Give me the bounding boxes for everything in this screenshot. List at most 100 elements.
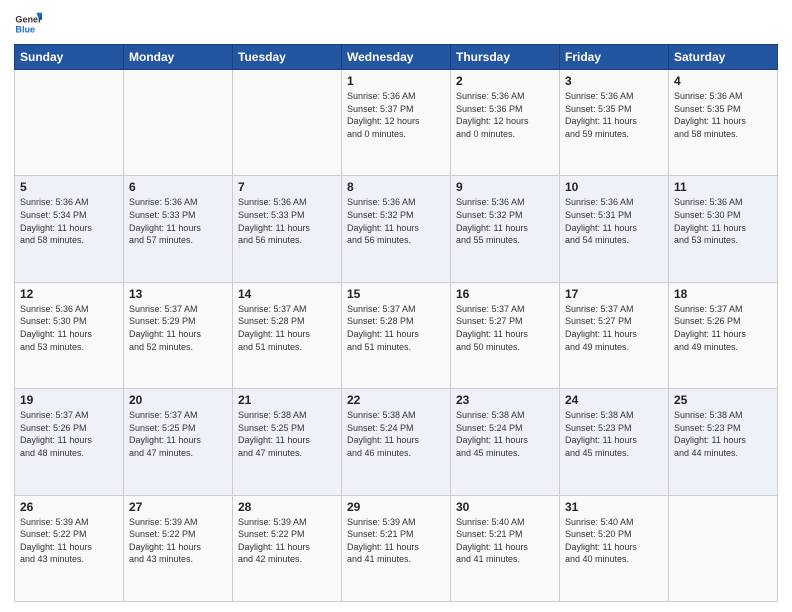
- day-info: Sunrise: 5:38 AM Sunset: 5:23 PM Dayligh…: [565, 409, 663, 459]
- logo: General Blue: [14, 10, 42, 38]
- calendar-cell: 7 Sunrise: 5:36 AM Sunset: 5:33 PM Daylig…: [233, 176, 342, 282]
- day-info: Sunrise: 5:36 AM Sunset: 5:36 PM Dayligh…: [456, 90, 554, 140]
- calendar-cell: 24 Sunrise: 5:38 AM Sunset: 5:23 PM Dayli…: [560, 389, 669, 495]
- calendar-cell: [233, 70, 342, 176]
- calendar-week-row: 5Sunrise: 5:36 AM Sunset: 5:34 PM Daylig…: [15, 176, 778, 282]
- day-number: 6: [129, 180, 227, 194]
- calendar-cell: 28 Sunrise: 5:39 AM Sunset: 5:22 PM Dayli…: [233, 495, 342, 601]
- day-number: 21: [238, 393, 336, 407]
- day-number: 22: [347, 393, 445, 407]
- calendar-cell: 23Sunrise: 5:38 AM Sunset: 5:24 PM Dayli…: [451, 389, 560, 495]
- day-info: Sunrise: 5:39 AM Sunset: 5:21 PM Dayligh…: [347, 516, 445, 566]
- calendar-cell: 17 Sunrise: 5:37 AM Sunset: 5:27 PM Dayli…: [560, 282, 669, 388]
- calendar-cell: 31 Sunrise: 5:40 AM Sunset: 5:20 PM Dayli…: [560, 495, 669, 601]
- calendar-cell: [669, 495, 778, 601]
- calendar-cell: 4 Sunrise: 5:36 AM Sunset: 5:35 PM Daylig…: [669, 70, 778, 176]
- day-info: Sunrise: 5:36 AM Sunset: 5:33 PM Dayligh…: [238, 196, 336, 246]
- calendar-cell: 11 Sunrise: 5:36 AM Sunset: 5:30 PM Dayli…: [669, 176, 778, 282]
- weekday-header-sunday: Sunday: [15, 45, 124, 70]
- weekday-header-friday: Friday: [560, 45, 669, 70]
- day-info: Sunrise: 5:36 AM Sunset: 5:35 PM Dayligh…: [674, 90, 772, 140]
- day-number: 30: [456, 500, 554, 514]
- day-info: Sunrise: 5:37 AM Sunset: 5:27 PM Dayligh…: [456, 303, 554, 353]
- calendar-table: SundayMondayTuesdayWednesdayThursdayFrid…: [14, 44, 778, 602]
- day-number: 19: [20, 393, 118, 407]
- day-number: 23: [456, 393, 554, 407]
- calendar-cell: 13Sunrise: 5:37 AM Sunset: 5:29 PM Dayli…: [124, 282, 233, 388]
- calendar-cell: 5Sunrise: 5:36 AM Sunset: 5:34 PM Daylig…: [15, 176, 124, 282]
- weekday-header-monday: Monday: [124, 45, 233, 70]
- calendar-week-row: 1Sunrise: 5:36 AM Sunset: 5:37 PM Daylig…: [15, 70, 778, 176]
- day-info: Sunrise: 5:37 AM Sunset: 5:28 PM Dayligh…: [238, 303, 336, 353]
- day-info: Sunrise: 5:36 AM Sunset: 5:33 PM Dayligh…: [129, 196, 227, 246]
- day-number: 27: [129, 500, 227, 514]
- day-number: 7: [238, 180, 336, 194]
- page: General Blue SundayMondayTuesdayWednesda…: [0, 0, 792, 612]
- calendar-cell: 14 Sunrise: 5:37 AM Sunset: 5:28 PM Dayli…: [233, 282, 342, 388]
- calendar-week-row: 26 Sunrise: 5:39 AM Sunset: 5:22 PM Dayli…: [15, 495, 778, 601]
- weekday-header-thursday: Thursday: [451, 45, 560, 70]
- day-info: Sunrise: 5:40 AM Sunset: 5:21 PM Dayligh…: [456, 516, 554, 566]
- generalblue-logo-icon: General Blue: [14, 10, 42, 38]
- day-number: 14: [238, 287, 336, 301]
- calendar-cell: 27Sunrise: 5:39 AM Sunset: 5:22 PM Dayli…: [124, 495, 233, 601]
- day-info: Sunrise: 5:37 AM Sunset: 5:29 PM Dayligh…: [129, 303, 227, 353]
- day-info: Sunrise: 5:37 AM Sunset: 5:26 PM Dayligh…: [20, 409, 118, 459]
- weekday-row: SundayMondayTuesdayWednesdayThursdayFrid…: [15, 45, 778, 70]
- day-info: Sunrise: 5:36 AM Sunset: 5:30 PM Dayligh…: [674, 196, 772, 246]
- day-number: 8: [347, 180, 445, 194]
- day-number: 24: [565, 393, 663, 407]
- calendar-cell: 6 Sunrise: 5:36 AM Sunset: 5:33 PM Daylig…: [124, 176, 233, 282]
- day-number: 15: [347, 287, 445, 301]
- day-info: Sunrise: 5:37 AM Sunset: 5:27 PM Dayligh…: [565, 303, 663, 353]
- day-info: Sunrise: 5:38 AM Sunset: 5:23 PM Dayligh…: [674, 409, 772, 459]
- weekday-header-wednesday: Wednesday: [342, 45, 451, 70]
- calendar-cell: 19 Sunrise: 5:37 AM Sunset: 5:26 PM Dayli…: [15, 389, 124, 495]
- svg-text:Blue: Blue: [15, 24, 35, 34]
- calendar-header: SundayMondayTuesdayWednesdayThursdayFrid…: [15, 45, 778, 70]
- calendar-cell: 21Sunrise: 5:38 AM Sunset: 5:25 PM Dayli…: [233, 389, 342, 495]
- day-info: Sunrise: 5:36 AM Sunset: 5:30 PM Dayligh…: [20, 303, 118, 353]
- day-info: Sunrise: 5:36 AM Sunset: 5:34 PM Dayligh…: [20, 196, 118, 246]
- day-number: 1: [347, 74, 445, 88]
- calendar-body: 1Sunrise: 5:36 AM Sunset: 5:37 PM Daylig…: [15, 70, 778, 602]
- day-info: Sunrise: 5:39 AM Sunset: 5:22 PM Dayligh…: [20, 516, 118, 566]
- day-info: Sunrise: 5:40 AM Sunset: 5:20 PM Dayligh…: [565, 516, 663, 566]
- day-info: Sunrise: 5:36 AM Sunset: 5:35 PM Dayligh…: [565, 90, 663, 140]
- calendar-cell: 15Sunrise: 5:37 AM Sunset: 5:28 PM Dayli…: [342, 282, 451, 388]
- calendar-cell: 1Sunrise: 5:36 AM Sunset: 5:37 PM Daylig…: [342, 70, 451, 176]
- day-number: 31: [565, 500, 663, 514]
- day-info: Sunrise: 5:38 AM Sunset: 5:24 PM Dayligh…: [347, 409, 445, 459]
- calendar-cell: [15, 70, 124, 176]
- day-number: 25: [674, 393, 772, 407]
- calendar-cell: 22 Sunrise: 5:38 AM Sunset: 5:24 PM Dayli…: [342, 389, 451, 495]
- day-number: 28: [238, 500, 336, 514]
- day-info: Sunrise: 5:37 AM Sunset: 5:25 PM Dayligh…: [129, 409, 227, 459]
- calendar-cell: 8 Sunrise: 5:36 AM Sunset: 5:32 PM Daylig…: [342, 176, 451, 282]
- day-number: 3: [565, 74, 663, 88]
- calendar-cell: 9Sunrise: 5:36 AM Sunset: 5:32 PM Daylig…: [451, 176, 560, 282]
- calendar-cell: 29 Sunrise: 5:39 AM Sunset: 5:21 PM Dayli…: [342, 495, 451, 601]
- day-info: Sunrise: 5:36 AM Sunset: 5:32 PM Dayligh…: [347, 196, 445, 246]
- calendar-cell: 30 Sunrise: 5:40 AM Sunset: 5:21 PM Dayli…: [451, 495, 560, 601]
- day-info: Sunrise: 5:37 AM Sunset: 5:26 PM Dayligh…: [674, 303, 772, 353]
- day-number: 4: [674, 74, 772, 88]
- day-number: 29: [347, 500, 445, 514]
- day-info: Sunrise: 5:39 AM Sunset: 5:22 PM Dayligh…: [238, 516, 336, 566]
- weekday-header-saturday: Saturday: [669, 45, 778, 70]
- day-number: 17: [565, 287, 663, 301]
- day-number: 26: [20, 500, 118, 514]
- calendar-week-row: 12 Sunrise: 5:36 AM Sunset: 5:30 PM Dayli…: [15, 282, 778, 388]
- day-number: 11: [674, 180, 772, 194]
- day-number: 12: [20, 287, 118, 301]
- day-number: 20: [129, 393, 227, 407]
- day-info: Sunrise: 5:36 AM Sunset: 5:31 PM Dayligh…: [565, 196, 663, 246]
- calendar-cell: 18Sunrise: 5:37 AM Sunset: 5:26 PM Dayli…: [669, 282, 778, 388]
- calendar-cell: 2 Sunrise: 5:36 AM Sunset: 5:36 PM Daylig…: [451, 70, 560, 176]
- day-number: 9: [456, 180, 554, 194]
- day-number: 10: [565, 180, 663, 194]
- day-number: 16: [456, 287, 554, 301]
- calendar-cell: 26 Sunrise: 5:39 AM Sunset: 5:22 PM Dayli…: [15, 495, 124, 601]
- calendar-cell: 3 Sunrise: 5:36 AM Sunset: 5:35 PM Daylig…: [560, 70, 669, 176]
- day-number: 2: [456, 74, 554, 88]
